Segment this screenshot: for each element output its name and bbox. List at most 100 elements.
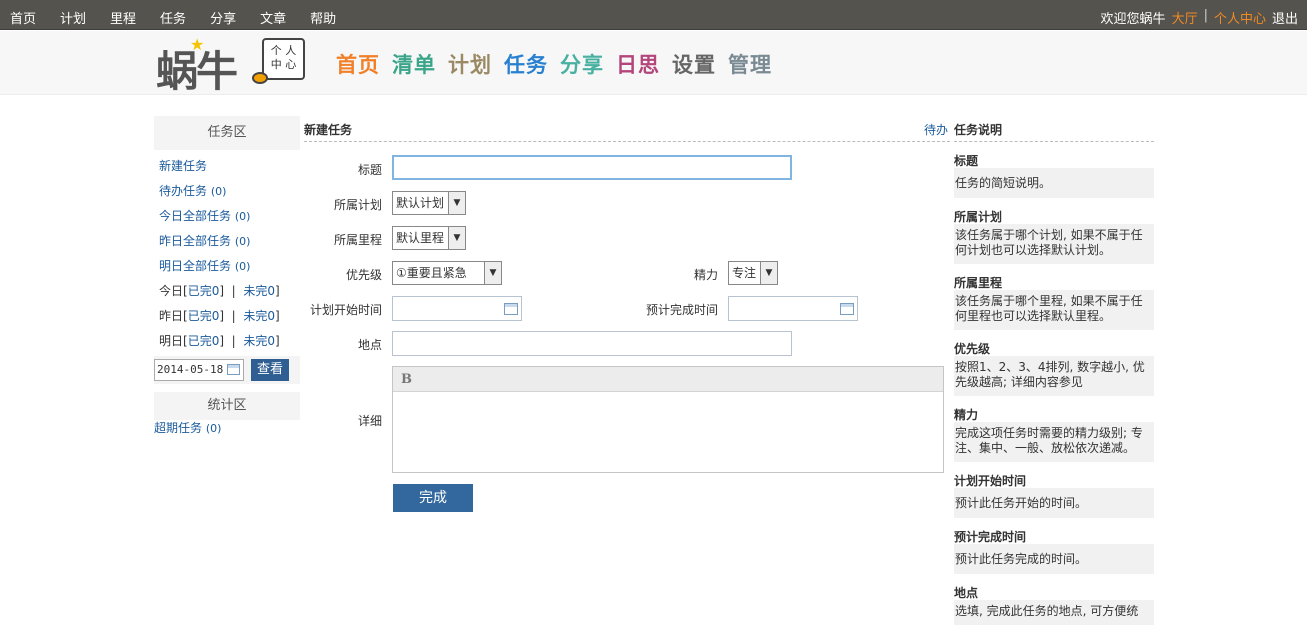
main-nav-task[interactable]: 任务 bbox=[504, 49, 548, 79]
top-nav-plan[interactable]: 计划 bbox=[60, 8, 86, 27]
title-label: 标题 bbox=[357, 163, 382, 177]
chevron-down-icon: ▼ bbox=[448, 227, 465, 249]
help-section-name: 所属里程 bbox=[954, 276, 1003, 290]
task-sidebar: 任务区 新建任务 待办任务 (0) 今日全部任务 (0) 昨日全部任务 (0) … bbox=[154, 116, 300, 438]
help-panel: 任务说明 标题 任务的简短说明。 所属计划 该任务属于哪个计划, 如果不属于任何… bbox=[954, 116, 1154, 625]
tomorrow-summary: 明日[已完0] | 未完0] bbox=[159, 334, 280, 348]
top-nav-home[interactable]: 首页 bbox=[10, 8, 36, 27]
calendar-icon[interactable] bbox=[504, 303, 518, 315]
chevron-down-icon: ▼ bbox=[448, 192, 465, 214]
stat-area-title: 统计区 bbox=[154, 392, 300, 420]
top-nav-milestone[interactable]: 里程 bbox=[110, 8, 136, 27]
user-menu: 欢迎您蜗牛 大厅 | 个人中心 退出 bbox=[1101, 8, 1298, 27]
form-header: 新建任务 待办 bbox=[304, 116, 950, 142]
help-section-name: 所属计划 bbox=[954, 210, 1003, 224]
yesterday-tasks-link[interactable]: 昨日全部任务 bbox=[159, 234, 231, 248]
main-nav-home[interactable]: 首页 bbox=[336, 49, 380, 79]
new-task-link[interactable]: 新建任务 bbox=[159, 159, 207, 173]
priority-value: ①重要且紧急 bbox=[396, 266, 467, 280]
priority-label: 优先级 bbox=[345, 268, 382, 282]
sidebar-item-yesterday: 昨日全部任务 (0) bbox=[154, 229, 300, 254]
location-label: 地点 bbox=[357, 338, 382, 352]
top-nav-article[interactable]: 文章 bbox=[260, 8, 286, 27]
finish-time-input[interactable] bbox=[728, 296, 858, 321]
start-time-label: 计划开始时间 bbox=[309, 303, 382, 317]
tomorrow-tasks-link[interactable]: 明日全部任务 bbox=[159, 259, 231, 273]
date-input[interactable]: 2014-05-18 bbox=[154, 359, 244, 381]
todo-link[interactable]: 待办 bbox=[924, 121, 948, 138]
milestone-label: 所属里程 bbox=[333, 233, 382, 247]
title-input[interactable] bbox=[392, 155, 792, 180]
help-section-desc: 该任务属于哪个计划, 如果不属于任何计划也可以选择默认计划。 bbox=[954, 224, 1154, 264]
energy-select[interactable]: 专注 ▼ bbox=[728, 261, 778, 285]
today-tasks-link[interactable]: 今日全部任务 bbox=[159, 209, 231, 223]
help-title: 任务说明 bbox=[954, 116, 1154, 142]
view-button[interactable]: 查看 bbox=[251, 359, 289, 381]
date-value: 2014-05-18 bbox=[157, 363, 224, 376]
detail-editor[interactable]: B bbox=[392, 366, 944, 473]
day-label: 明日 bbox=[159, 334, 184, 348]
today-undone-link[interactable]: 未完0 bbox=[243, 284, 275, 298]
help-section-name: 计划开始时间 bbox=[954, 474, 1027, 488]
overdue-tasks-link[interactable]: 超期任务 bbox=[154, 421, 202, 435]
tomorrow-done-link[interactable]: 已完0 bbox=[188, 334, 220, 348]
calendar-icon[interactable] bbox=[227, 364, 240, 375]
task-area-title: 任务区 bbox=[154, 116, 300, 150]
top-nav-share[interactable]: 分享 bbox=[210, 8, 236, 27]
yesterday-undone-link[interactable]: 未完0 bbox=[243, 309, 275, 323]
editor-toolbar: B bbox=[393, 367, 943, 392]
start-time-input[interactable] bbox=[392, 296, 522, 321]
top-nav-help[interactable]: 帮助 bbox=[310, 8, 336, 27]
help-section-desc: 按照1、2、3、4排列, 数字越小, 优先级越高; 详细内容参见 bbox=[954, 356, 1154, 396]
main-nav-settings[interactable]: 设置 bbox=[672, 49, 716, 79]
help-section-name: 优先级 bbox=[954, 342, 991, 356]
main-nav-share[interactable]: 分享 bbox=[560, 49, 604, 79]
main-nav-plan[interactable]: 计划 bbox=[448, 49, 492, 79]
yesterday-count: (0) bbox=[234, 235, 251, 248]
day-label: 今日 bbox=[159, 284, 184, 298]
day-label: 昨日 bbox=[159, 309, 184, 323]
detail-label: 详细 bbox=[357, 414, 382, 428]
main-nav-admin[interactable]: 管理 bbox=[728, 49, 772, 79]
help-section-desc: 该任务属于哪个里程, 如果不属于任何里程也可以选择默认里程。 bbox=[954, 290, 1154, 330]
today-count: (0) bbox=[234, 210, 251, 223]
logout-link[interactable]: 退出 bbox=[1272, 8, 1298, 27]
plan-select[interactable]: 默认计划 ▼ bbox=[392, 191, 466, 215]
hall-link[interactable]: 大厅 bbox=[1172, 8, 1198, 27]
milestone-select[interactable]: 默认里程 ▼ bbox=[392, 226, 466, 250]
help-section-desc: 任务的简短说明。 bbox=[954, 168, 1154, 198]
submit-button[interactable]: 完成 bbox=[393, 484, 473, 512]
plan-value: 默认计划 bbox=[396, 196, 445, 210]
main-nav-list[interactable]: 清单 bbox=[392, 49, 436, 79]
help-section-desc: 预计此任务完成的时间。 bbox=[954, 544, 1154, 574]
welcome-text: 欢迎您蜗牛 bbox=[1100, 12, 1166, 27]
top-bar: 首页 计划 里程 任务 分享 文章 帮助 欢迎您蜗牛 大厅 | 个人中心 退出 bbox=[0, 0, 1307, 30]
calendar-icon[interactable] bbox=[840, 303, 854, 315]
sidebar-item-today: 今日全部任务 (0) bbox=[154, 204, 300, 229]
finish-time-label: 预计完成时间 bbox=[645, 303, 718, 317]
yesterday-done-link[interactable]: 已完0 bbox=[188, 309, 220, 323]
help-section-name: 预计完成时间 bbox=[954, 530, 1027, 544]
sidebar-item-tomorrow: 明日全部任务 (0) bbox=[154, 254, 300, 279]
todo-task-link[interactable]: 待办任务 bbox=[159, 184, 207, 198]
location-input[interactable] bbox=[392, 331, 792, 356]
priority-select[interactable]: ①重要且紧急 ▼ bbox=[392, 261, 502, 285]
main-nav-reflection[interactable]: 日思 bbox=[616, 49, 660, 79]
chevron-down-icon: ▼ bbox=[760, 262, 777, 284]
energy-value: 专注 bbox=[732, 266, 757, 280]
bold-button[interactable]: B bbox=[401, 372, 412, 387]
personal-center-link[interactable]: 个人中心 bbox=[1214, 8, 1266, 27]
tomorrow-undone-link[interactable]: 未完0 bbox=[243, 334, 275, 348]
tomorrow-count: (0) bbox=[234, 260, 251, 273]
today-done-link[interactable]: 已完0 bbox=[188, 284, 220, 298]
chevron-down-icon: ▼ bbox=[484, 262, 501, 284]
separator: | bbox=[1203, 8, 1208, 23]
milestone-value: 默认里程 bbox=[396, 231, 445, 245]
help-section-name: 标题 bbox=[954, 154, 979, 168]
top-nav-task[interactable]: 任务 bbox=[160, 8, 186, 27]
top-nav: 首页 计划 里程 任务 分享 文章 帮助 bbox=[10, 8, 360, 27]
sidebar-item-new-task: 新建任务 bbox=[154, 154, 300, 179]
star-icon: ★ bbox=[190, 35, 205, 54]
personal-center-stamp[interactable]: 个 人 中 心 bbox=[252, 38, 306, 88]
plan-label: 所属计划 bbox=[333, 198, 382, 212]
